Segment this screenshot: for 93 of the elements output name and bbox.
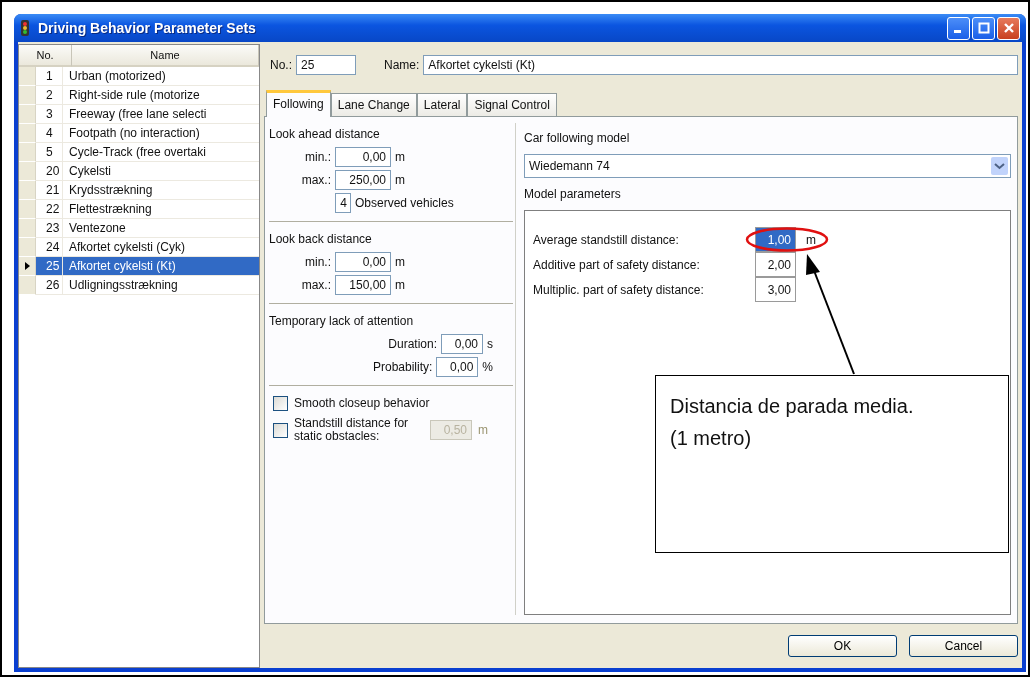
minimize-button[interactable] xyxy=(947,16,970,40)
column-header[interactable]: No. xyxy=(19,45,72,67)
field-label: Model parameters xyxy=(524,187,622,201)
number-field[interactable]: 25 xyxy=(296,55,356,75)
table-cell: 21 xyxy=(36,181,63,199)
field-label: Duration: xyxy=(388,337,437,351)
table-cell-text: Udligningsstrækning xyxy=(68,278,178,292)
checkbox-label: Standstill distance for static obstacles: xyxy=(294,417,410,444)
unit-label: m xyxy=(395,278,405,292)
input-field[interactable]: 250,00 xyxy=(335,170,391,190)
input-field[interactable]: 0,00 xyxy=(335,147,391,167)
table-cell-text: Cykelsti xyxy=(68,164,111,178)
tab[interactable]: Lateral xyxy=(416,93,468,116)
list-row[interactable]: 1 Urban (motorized) xyxy=(36,67,259,86)
table-cell: 23 xyxy=(36,219,63,237)
list-row[interactable]: 25 Afkortet cykelsti (Kt) xyxy=(36,257,259,276)
number-label: No.: xyxy=(270,58,292,72)
checkbox[interactable] xyxy=(273,396,288,411)
table-cell: 26 xyxy=(36,276,63,294)
tab[interactable]: Following xyxy=(266,90,331,117)
table-cell-text: Afkortet cykelsti (Kt) xyxy=(68,259,176,273)
list-row[interactable]: 20 Cykelsti xyxy=(36,162,259,181)
table-cell-text: Afkortet cykelsti (Cyk) xyxy=(68,240,185,254)
field-label: max.: xyxy=(300,278,331,292)
parameter-label: Additive part of safety distance: xyxy=(533,257,701,272)
name-label: Name: xyxy=(384,58,420,72)
unit-label: m xyxy=(478,423,488,438)
table-cell-text: Freeway (free lane selecti xyxy=(68,107,207,121)
maximize-icon xyxy=(977,22,990,34)
table-cell: 1 xyxy=(36,67,63,85)
input-field[interactable]: 2,00 xyxy=(755,252,796,277)
annotation-callout: Distancia de parada media. (1 metro) xyxy=(655,375,1009,553)
table-cell-text: Ventezone xyxy=(68,221,126,235)
field-label: Observed vehicles xyxy=(355,196,454,210)
column-header[interactable]: Name xyxy=(72,45,259,67)
table-cell: 4 xyxy=(36,124,63,142)
input-field[interactable]: 0,00 xyxy=(441,334,483,354)
name-field[interactable]: Afkortet cykelsti (Kt) xyxy=(423,55,1018,75)
list-row[interactable]: 26 Udligningsstrækning xyxy=(36,276,259,295)
row-header[interactable] xyxy=(19,257,36,276)
list-row[interactable]: 23 Ventezone xyxy=(36,219,259,238)
table-cell-text: Flettestrækning xyxy=(68,202,152,216)
unit-label: % xyxy=(482,360,493,374)
close-button[interactable] xyxy=(997,16,1020,40)
table-cell-text: Footpath (no interaction) xyxy=(68,126,200,140)
tab[interactable]: Lane Change xyxy=(330,93,417,116)
close-icon xyxy=(1002,22,1015,34)
table-cell: 22 xyxy=(36,200,63,218)
table-cell-text: Cycle-Track (free overtaki xyxy=(68,145,206,159)
input-field[interactable]: 4 xyxy=(335,193,351,213)
table-cell-text: Krydsstrækning xyxy=(68,183,153,197)
input-field[interactable]: 3,00 xyxy=(755,277,796,302)
table-cell: 5 xyxy=(36,143,63,161)
field-label: max.: xyxy=(300,173,331,187)
list-row[interactable]: 2 Right-side rule (motorize xyxy=(36,86,259,105)
parameter-label: Average standstill distance: xyxy=(533,232,680,247)
input-field[interactable]: 0,00 xyxy=(335,252,391,272)
dialog-button[interactable]: OK xyxy=(788,635,897,657)
input-field[interactable]: 150,00 xyxy=(335,275,391,295)
unit-label: s xyxy=(487,337,493,351)
group-title: Temporary lack of attention xyxy=(269,314,415,328)
field-label: min.: xyxy=(304,255,331,269)
field-label: Probability: xyxy=(372,360,433,374)
table-cell: 24 xyxy=(36,238,63,256)
minimize-icon xyxy=(953,30,961,33)
group-title: Look ahead distance xyxy=(269,127,381,141)
unit-label: m xyxy=(806,232,816,247)
table-cell: 25 xyxy=(36,257,63,275)
list-row[interactable]: 21 Krydsstrækning xyxy=(36,181,259,200)
traffic-light-icon xyxy=(18,20,32,36)
maximize-button[interactable] xyxy=(972,16,995,40)
tab[interactable]: Signal Control xyxy=(467,93,557,116)
input-field[interactable]: 0,00 xyxy=(436,357,479,377)
table-cell: 20 xyxy=(36,162,63,180)
unit-label: m xyxy=(395,255,405,269)
table-cell-text: Urban (motorized) xyxy=(68,69,166,83)
list-row[interactable]: 3 Freeway (free lane selecti xyxy=(36,105,259,124)
field-label: min.: xyxy=(304,150,331,164)
group-title: Look back distance xyxy=(269,232,373,246)
table-cell-text: Right-side rule (motorize xyxy=(68,88,200,102)
list-row[interactable]: 22 Flettestrækning xyxy=(36,200,259,219)
unit-label: m xyxy=(395,173,405,187)
window-title: Driving Behavior Parameter Sets xyxy=(38,20,256,36)
field-label: Car following model xyxy=(524,131,631,145)
dialog-button[interactable]: Cancel xyxy=(909,635,1018,657)
table-cell: 3 xyxy=(36,105,63,123)
checkbox-label: Smooth closeup behavior xyxy=(294,396,430,411)
model-dropdown[interactable]: Wiedemann 74 xyxy=(524,154,1011,178)
list-row[interactable]: 5 Cycle-Track (free overtaki xyxy=(36,143,259,162)
table-cell: 2 xyxy=(36,86,63,104)
list-row[interactable]: 4 Footpath (no interaction) xyxy=(36,124,259,143)
unit-label: m xyxy=(395,150,405,164)
parameter-label: Multiplic. part of safety distance: xyxy=(533,282,705,297)
